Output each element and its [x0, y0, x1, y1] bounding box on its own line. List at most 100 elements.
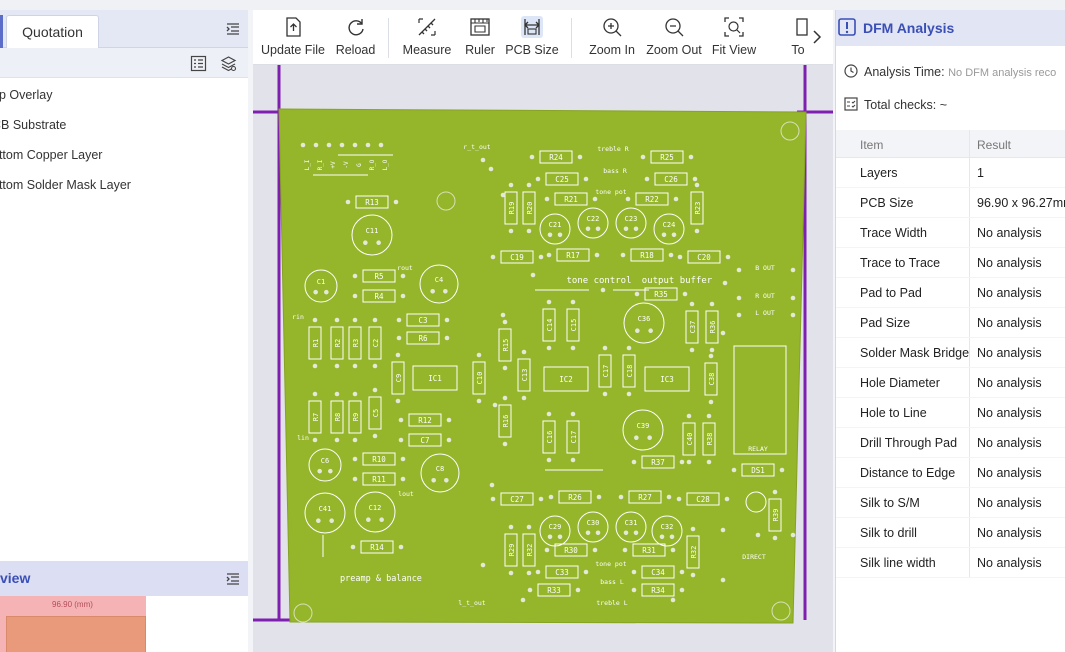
pad — [626, 345, 632, 351]
pad — [352, 391, 358, 397]
table-row[interactable]: PCB Size 96.90 x 96.27mm — [836, 188, 1065, 218]
dfm-item: Trace to Trace — [860, 256, 941, 270]
col-result-header: Result — [977, 138, 1012, 152]
preview-thumbnail[interactable]: 96.90 (mm) — [0, 596, 146, 652]
table-row[interactable]: Hole to Line No analysis — [836, 398, 1065, 428]
pad — [526, 570, 532, 576]
pad — [592, 196, 598, 202]
ruler-label: Ruler — [465, 43, 495, 57]
pad — [679, 459, 685, 465]
reload-button[interactable]: Reload — [333, 10, 378, 65]
col-divider — [969, 248, 970, 277]
pad — [508, 570, 514, 576]
pad — [633, 530, 639, 536]
resistor-label: R12 — [418, 416, 432, 425]
pad — [329, 518, 334, 523]
table-row[interactable]: Silk to S/M No analysis — [836, 488, 1065, 518]
pad — [790, 312, 796, 318]
pad — [502, 395, 508, 401]
preview-dimension: 96.90 (mm) — [52, 600, 93, 609]
layer-item[interactable]: op Overlay — [0, 80, 248, 110]
pad — [689, 301, 695, 307]
pad — [395, 352, 401, 358]
top-view-icon — [796, 18, 808, 36]
dfm-result: No analysis — [977, 316, 1042, 330]
table-row[interactable]: Trace to Trace No analysis — [836, 248, 1065, 278]
resistor-label: R6 — [418, 334, 428, 343]
table-row[interactable]: Pad Size No analysis — [836, 308, 1065, 338]
pad — [444, 335, 450, 341]
pad — [790, 532, 796, 538]
fit-view-button[interactable]: Fit View — [711, 10, 757, 65]
pad — [350, 544, 356, 550]
layer-toolbar — [0, 48, 248, 78]
pad — [731, 467, 737, 473]
collapse-panel-icon[interactable] — [226, 22, 240, 36]
pad — [577, 154, 583, 160]
table-row[interactable]: Layers 1 — [836, 158, 1065, 188]
collapse-preview-icon[interactable] — [226, 572, 240, 586]
pad — [334, 391, 340, 397]
dfm-item: Drill Through Pad — [860, 436, 958, 450]
tab-quotation[interactable]: Quotation — [6, 15, 99, 48]
table-row[interactable]: Trace Width No analysis — [836, 218, 1065, 248]
pcb-size-button[interactable]: PCB Size — [505, 10, 559, 65]
pad — [339, 142, 345, 148]
pad — [706, 413, 712, 419]
pad — [709, 347, 715, 353]
zoom-out-icon — [665, 18, 684, 37]
zoom-out-button[interactable]: Zoom Out — [646, 10, 702, 65]
resistor-label: R35 — [654, 290, 668, 299]
col-divider — [969, 130, 970, 157]
resistor-label: C34 — [651, 568, 665, 577]
col-divider — [969, 338, 970, 367]
pad — [312, 317, 318, 323]
pad — [538, 254, 544, 260]
pad — [666, 494, 672, 500]
dfm-table-header: Item Result — [836, 130, 1065, 158]
dfm-result: No analysis — [977, 256, 1042, 270]
net-label: tone pot — [595, 560, 626, 568]
layers-stack-icon[interactable] — [220, 55, 237, 72]
zoom-in-button[interactable]: Zoom In — [587, 10, 637, 65]
pad — [547, 534, 553, 540]
pad — [618, 494, 624, 500]
col-divider — [969, 308, 970, 337]
pad — [352, 456, 358, 462]
table-row[interactable]: Silk line width No analysis — [836, 548, 1065, 578]
pad — [372, 317, 378, 323]
pad — [546, 299, 552, 305]
resistor-label: C38 — [708, 373, 716, 386]
layer-list-icon[interactable] — [190, 55, 207, 72]
toolbar-separator — [388, 18, 389, 58]
table-row[interactable]: Silk to drill No analysis — [836, 518, 1065, 548]
top-view-button[interactable]: To — [786, 10, 810, 65]
dfm-result: No analysis — [977, 376, 1042, 390]
table-row[interactable]: Solder Mask Bridge No analysis — [836, 338, 1065, 368]
table-row[interactable]: Drill Through Pad No analysis — [836, 428, 1065, 458]
pad — [575, 587, 581, 593]
update-file-button[interactable]: Update File — [261, 10, 325, 65]
total-checks-value: ~ — [939, 98, 948, 112]
ruler-button[interactable]: Ruler — [462, 10, 498, 65]
measure-icon — [418, 18, 436, 36]
dfm-item: Pad Size — [860, 316, 911, 330]
layer-item[interactable]: CB Substrate — [0, 110, 248, 140]
chevron-right-icon[interactable] — [811, 29, 823, 45]
net-label: rin — [292, 313, 304, 321]
table-row[interactable]: Hole Diameter No analysis — [836, 368, 1065, 398]
measure-button[interactable]: Measure — [401, 10, 453, 65]
dfm-result: No analysis — [977, 286, 1042, 300]
resistor-label: C10 — [476, 372, 484, 385]
pad — [640, 154, 646, 160]
net-label: B OUT — [755, 264, 775, 272]
resistor-label: R4 — [374, 292, 384, 301]
table-row[interactable]: Distance to Edge No analysis — [836, 458, 1065, 488]
table-row[interactable]: Pad to Pad No analysis — [836, 278, 1065, 308]
pcb-canvas[interactable]: L_I R_I +V -V G R_O L_O R13 C11 C1 R5 R4 C4 C3 R6 R1 R2 R… — [253, 65, 833, 652]
pin-label: R_I — [317, 159, 324, 170]
layer-item[interactable]: ottom Copper Layer — [0, 140, 248, 170]
pad — [313, 142, 319, 148]
resistor-label: R1 — [312, 339, 320, 347]
layer-item[interactable]: ottom Solder Mask Layer — [0, 170, 248, 200]
